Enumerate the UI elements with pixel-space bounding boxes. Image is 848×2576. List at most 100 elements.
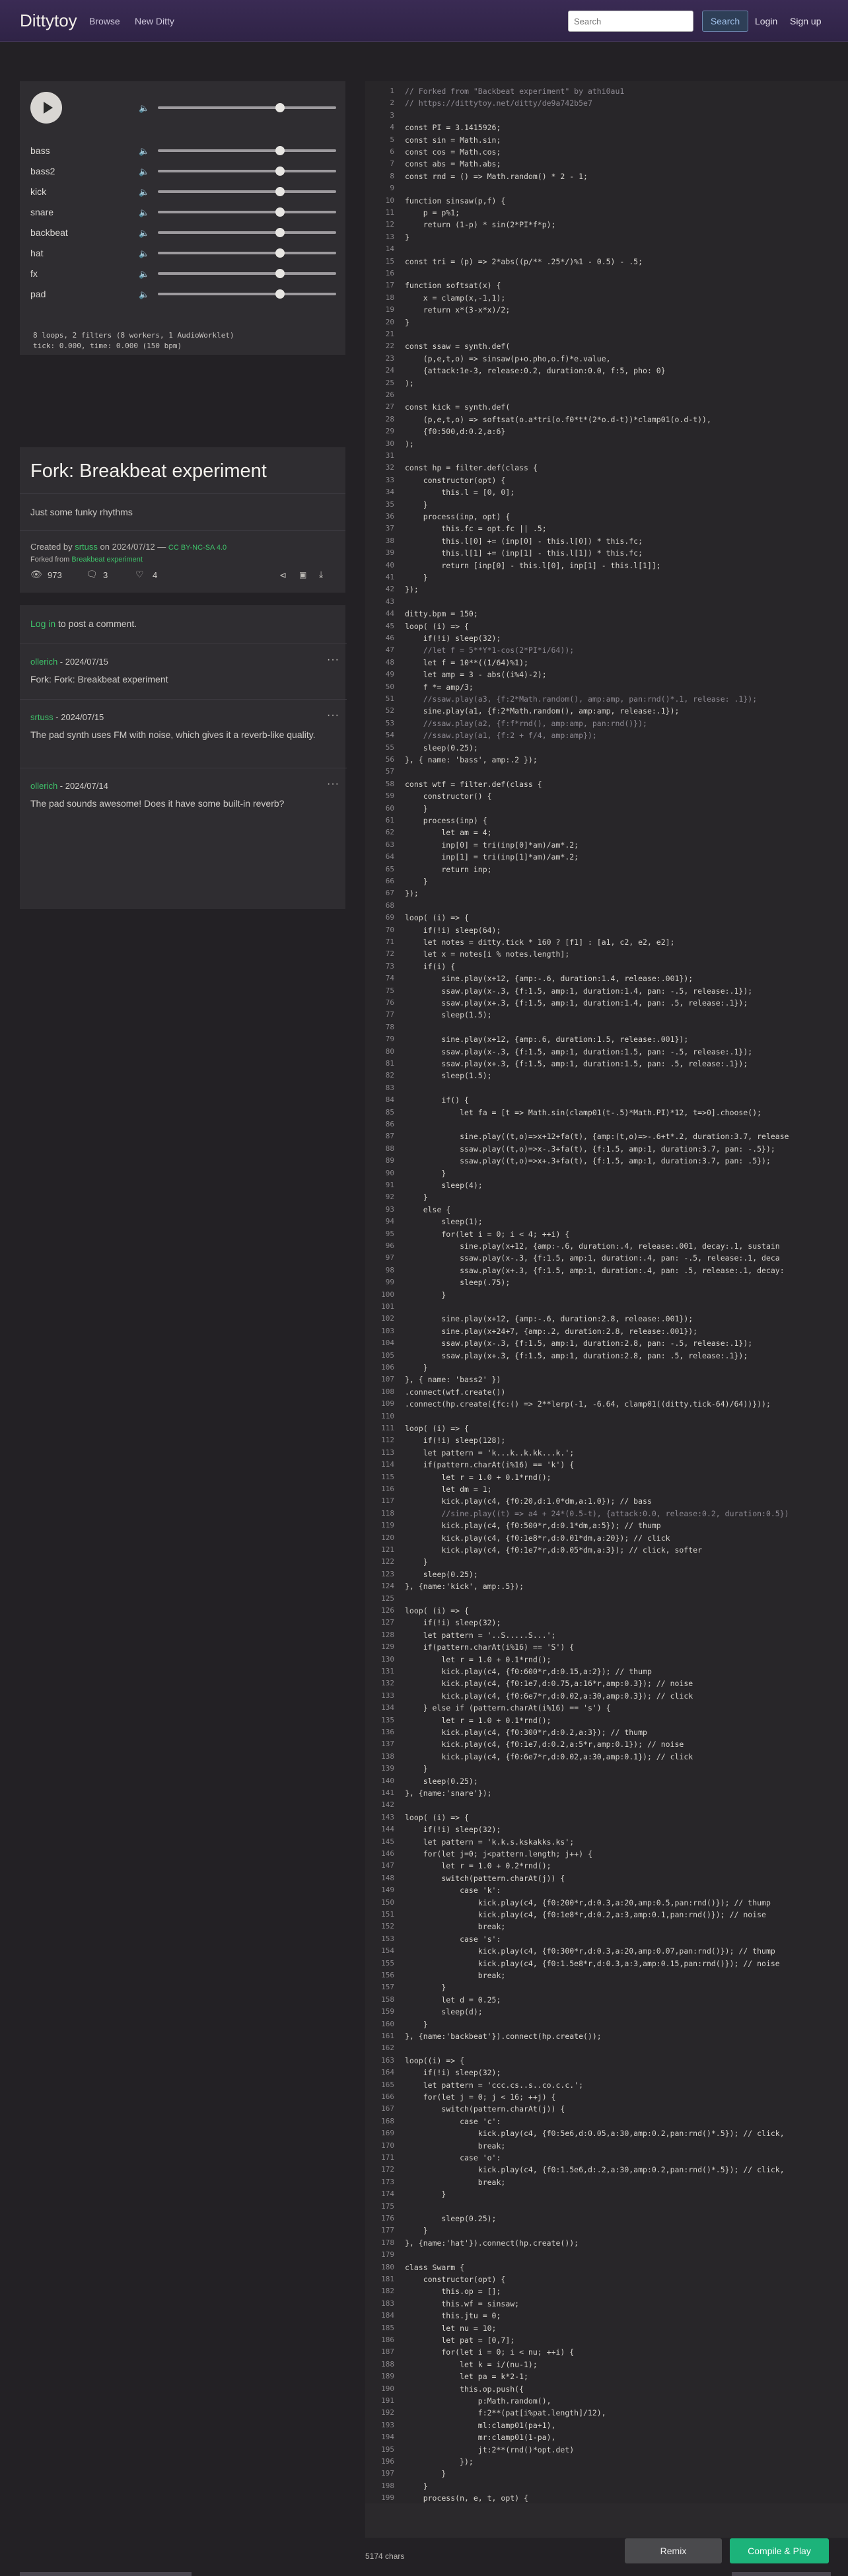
- code-line[interactable]: let amp = 3 - abs((i%4)-2);: [405, 670, 547, 679]
- code-line[interactable]: kick.play(c4, {f0:300*r,d:0.2,a:3}); // …: [405, 1728, 647, 1737]
- code-line[interactable]: loop( (i) => {: [405, 1424, 469, 1433]
- code-line[interactable]: }, {name:'kick', amp:.5});: [405, 1582, 524, 1591]
- login-link[interactable]: Login: [755, 16, 777, 26]
- code-line[interactable]: ssaw.play((t,o)=>x+.3+fa(t), {f:1.5, amp…: [405, 1156, 771, 1165]
- code-line[interactable]: ssaw.play(x-.3, {f:1.5, amp:1, duration:…: [405, 1253, 780, 1263]
- code-line[interactable]: (p,e,t,o) => sinsaw(p+o.pho,o.f)*e.value…: [405, 354, 611, 363]
- code-line[interactable]: constructor(opt) {: [405, 476, 506, 485]
- code-line[interactable]: let fa = [t => Math.sin(clamp01(t-.5)*Ma…: [405, 1108, 761, 1117]
- code-line[interactable]: return inp;: [405, 865, 491, 874]
- code-line[interactable]: loop((i) => {: [405, 2056, 464, 2065]
- code-line[interactable]: sine.play((t,o)=>x+12+fa(t), {amp:(t,o)=…: [405, 1132, 789, 1141]
- code-line[interactable]: let r = 1.0 + 0.1*rnd();: [405, 1473, 551, 1482]
- code-line[interactable]: // https://dittytoy.net/ditty/de9a742b5e…: [405, 98, 592, 108]
- code-line[interactable]: kick.play(c4, {f0:1.5e8*r,d:0.3,a:3,amp:…: [405, 1959, 780, 1968]
- channel-mute-icon[interactable]: 🔈: [139, 187, 151, 197]
- code-line[interactable]: ssaw.play(x+.3, {f:1.5, amp:1, duration:…: [405, 1059, 748, 1068]
- code-line[interactable]: const wtf = filter.def(class {: [405, 780, 542, 789]
- code-line[interactable]: function sinsaw(p,f) {: [405, 196, 505, 205]
- code-line[interactable]: }: [405, 233, 409, 242]
- code-line[interactable]: {f0:500,d:0.2,a:6}: [405, 427, 506, 436]
- code-line[interactable]: }: [405, 1557, 428, 1566]
- code-line[interactable]: this.l[0] += (inp[0] - this.l[0]) * this…: [405, 536, 643, 546]
- code-line[interactable]: function softsat(x) {: [405, 281, 501, 290]
- signup-link[interactable]: Sign up: [790, 16, 821, 26]
- code-line[interactable]: class Swarm {: [405, 2263, 464, 2272]
- code-line[interactable]: });: [405, 585, 419, 594]
- code-line[interactable]: let x = notes[i % notes.length];: [405, 949, 570, 959]
- code-line[interactable]: //let f = 5**Y*1-cos(2*PI*i/64));: [405, 645, 575, 655]
- code-line[interactable]: let am = 4;: [405, 828, 491, 837]
- code-line[interactable]: sleep(d);: [405, 2007, 482, 2016]
- code-line[interactable]: return x*(3-x*x)/2;: [405, 305, 511, 314]
- code-line[interactable]: );: [405, 379, 414, 388]
- code-line[interactable]: mr:clamp01(1-pa),: [405, 2433, 556, 2442]
- code-line[interactable]: kick.play(c4, {f0:6e7*r,d:0.02,a:30,amp:…: [405, 1691, 693, 1701]
- code-line[interactable]: sine.play(x+12, {amp:.6, duration:1.5, r…: [405, 1035, 688, 1044]
- code-line[interactable]: break;: [405, 2141, 506, 2151]
- code-line[interactable]: sleep(1.5);: [405, 1010, 491, 1019]
- code-line[interactable]: const kick = synth.def(: [405, 402, 510, 412]
- download-icon[interactable]: ⤓: [319, 569, 323, 580]
- code-line[interactable]: ssaw.play(x-.3, {f:1.5, amp:1, duration:…: [405, 986, 752, 996]
- code-line[interactable]: this.jtu = 0;: [405, 2311, 501, 2320]
- code-line[interactable]: const abs = Math.abs;: [405, 159, 501, 168]
- play-button[interactable]: [30, 92, 62, 124]
- search-input[interactable]: [568, 11, 693, 32]
- code-line[interactable]: inp[1] = tri(inp[1]*am)/am*.2;: [405, 852, 579, 862]
- comment-text[interactable]: Fork: Fork: Breakbeat experiment: [30, 673, 321, 686]
- code-line[interactable]: let k = i/(nu-1);: [405, 2360, 538, 2369]
- code-line[interactable]: });: [405, 2457, 474, 2466]
- code-line[interactable]: sine.play(x+12, {amp:-.6, duration:1.4, …: [405, 974, 693, 983]
- code-line[interactable]: {attack:1e-3, release:0.2, duration:0.0,…: [405, 366, 666, 375]
- slider-knob[interactable]: [275, 187, 285, 196]
- code-line[interactable]: }: [405, 1764, 428, 1773]
- nav-new-ditty[interactable]: New Ditty: [135, 16, 174, 26]
- remix-button[interactable]: Remix: [625, 2538, 722, 2563]
- code-line[interactable]: // Forked from "Backbeat experiment" by …: [405, 87, 624, 96]
- code-line[interactable]: }: [405, 2482, 428, 2491]
- code-line[interactable]: //sine.play((t) => a4 + 24*(0.5-t), {att…: [405, 1509, 789, 1518]
- author-link[interactable]: srtuss: [75, 542, 98, 552]
- code-line[interactable]: sleep(1.5);: [405, 1071, 491, 1080]
- code-line[interactable]: sleep(0.25);: [405, 1570, 478, 1579]
- code-line[interactable]: sleep(1);: [405, 1217, 482, 1226]
- comment-menu-icon[interactable]: ···: [327, 710, 339, 721]
- code-line[interactable]: let pattern = 'k...k..k.kk...k.';: [405, 1448, 575, 1457]
- share-icon[interactable]: ⊲: [279, 570, 287, 581]
- channel-volume-slider[interactable]: [158, 166, 336, 176]
- code-line[interactable]: }, {name:'snare'});: [405, 1788, 492, 1798]
- code-line[interactable]: ssaw.play(x-.3, {f:1.5, amp:1, duration:…: [405, 1339, 752, 1348]
- code-line[interactable]: jt:2**(rnd()*opt.det): [405, 2445, 574, 2454]
- code-line[interactable]: let notes = ditty.tick * 160 ? [f1] : [a…: [405, 938, 675, 947]
- code-line[interactable]: }: [405, 877, 428, 886]
- code-line[interactable]: sleep(0.25);: [405, 1777, 478, 1786]
- code-line[interactable]: sleep(0.25);: [405, 2214, 496, 2223]
- slider-knob[interactable]: [275, 166, 285, 176]
- code-line[interactable]: inp[0] = tri(inp[0]*am)/am*.2;: [405, 840, 579, 850]
- code-line[interactable]: }, {name:'backbeat'}).connect(hp.create(…: [405, 2032, 602, 2041]
- comment-menu-icon[interactable]: ···: [327, 654, 339, 666]
- comment-login-link[interactable]: Log in: [30, 618, 55, 629]
- code-line[interactable]: kick.play(c4, {f0:1e7,d:0.2,a:5*r,amp:0.…: [405, 1740, 684, 1749]
- channel-mute-icon[interactable]: 🔈: [139, 289, 151, 299]
- code-line[interactable]: ssaw.play((t,o)=>x-.3+fa(t), {f:1.5, amp…: [405, 1144, 775, 1154]
- code-line[interactable]: kick.play(c4, {f0:200*r,d:0.3,a:20,amp:0…: [405, 1898, 771, 1907]
- comment-author[interactable]: srtuss - 2024/07/15: [30, 712, 104, 722]
- master-volume-slider[interactable]: [158, 103, 336, 112]
- channel-volume-slider[interactable]: [158, 228, 336, 237]
- code-line[interactable]: for(let i = 0; i < 4; ++i) {: [405, 1230, 569, 1239]
- code-line[interactable]: } else if (pattern.charAt(i%16) == 's') …: [405, 1703, 611, 1712]
- channel-mute-icon[interactable]: 🔈: [139, 166, 151, 176]
- slider-knob[interactable]: [275, 289, 285, 299]
- code-line[interactable]: sine.play(x+12, {amp:-.6, duration:2.8, …: [405, 1314, 693, 1323]
- code-line[interactable]: const sin = Math.sin;: [405, 135, 501, 145]
- code-line[interactable]: kick.play(c4, {f0:1e7*r,d:0.05*dm,a:3});…: [405, 1545, 702, 1555]
- code-line[interactable]: let dm = 1;: [405, 1485, 491, 1494]
- code-line[interactable]: this.op = [];: [405, 2287, 501, 2296]
- slider-knob[interactable]: [275, 269, 285, 278]
- code-line[interactable]: ssaw.play(x+.3, {f:1.5, amp:1, duration:…: [405, 1266, 785, 1275]
- compile-play-button[interactable]: Compile & Play: [730, 2538, 829, 2563]
- code-line[interactable]: sine.play(x+12, {amp:-.6, duration:.4, r…: [405, 1241, 780, 1251]
- code-line[interactable]: for(let i = 0; i < nu; ++i) {: [405, 2347, 574, 2357]
